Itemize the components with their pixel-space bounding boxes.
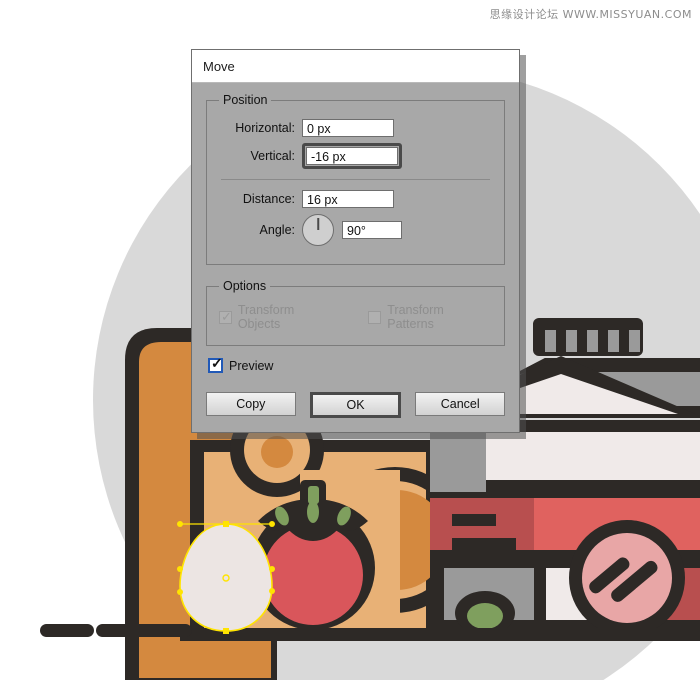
checkbox-icon <box>368 310 382 324</box>
angle-input[interactable]: 90° <box>342 221 402 239</box>
dialog-button-row: Copy OK Cancel <box>206 392 505 418</box>
options-group: Options ✓ Transform Objects Transform Pa… <box>206 279 505 346</box>
position-group: Position Horizontal: 0 px Vertical: -16 … <box>206 93 505 265</box>
transform-patterns-checkbox[interactable]: Transform Patterns <box>368 303 492 331</box>
checkbox-icon: ✓ <box>208 355 223 373</box>
vertical-input-focus-ring: -16 px <box>302 143 402 169</box>
transform-objects-checkbox[interactable]: ✓ Transform Objects <box>219 303 338 331</box>
position-group-legend: Position <box>223 93 268 107</box>
preview-checkbox[interactable]: ✓ Preview <box>208 355 274 373</box>
horizontal-label: Horizontal: <box>235 121 295 135</box>
vertical-input[interactable]: -16 px <box>306 147 398 165</box>
angle-row: Angle: 90° <box>219 214 492 246</box>
options-group-legend: Options <box>223 279 267 293</box>
tomato-leaf-mid <box>307 501 319 523</box>
vertical-row: Vertical: -16 px <box>219 143 492 169</box>
group-divider <box>221 179 490 180</box>
preview-label: Preview <box>229 358 274 373</box>
horizontal-row: Horizontal: 0 px <box>219 119 492 137</box>
dialog-title: Move <box>203 58 235 74</box>
anchor-left-2 <box>177 589 183 595</box>
copy-button[interactable]: Copy <box>206 392 296 416</box>
anchor-right <box>269 566 275 572</box>
anchor-left <box>177 566 183 572</box>
distance-row: Distance: 16 px <box>219 190 492 208</box>
anchor-bottom <box>223 628 229 634</box>
site-watermark: 思缘设计论坛 WWW.MISSYUAN.COM <box>489 8 692 21</box>
options-row: ✓ Transform Objects Transform Patterns <box>219 299 492 331</box>
checkbox-icon: ✓ <box>219 308 232 324</box>
transform-patterns-label: Transform Patterns <box>387 303 444 331</box>
distance-input[interactable]: 16 px <box>302 190 394 208</box>
horizontal-input[interactable]: 0 px <box>302 119 394 137</box>
check-icon: ✓ <box>211 355 223 371</box>
anchor-top <box>223 521 229 527</box>
handle-end-left <box>177 521 183 527</box>
dialog-titlebar: Move <box>192 50 519 83</box>
preview-row: ✓ Preview <box>208 355 505 376</box>
angle-label: Angle: <box>259 223 295 237</box>
vertical-label: Vertical: <box>250 149 295 163</box>
angle-dial-needle <box>317 218 319 230</box>
screenshot-canvas: 思缘设计论坛 WWW.MISSYUAN.COM Move Position Ho… <box>0 0 700 680</box>
ok-button[interactable]: OK <box>309 392 402 418</box>
transform-objects-label: Transform Objects <box>237 303 295 331</box>
check-icon: ✓ <box>221 308 232 324</box>
move-dialog: Move Position Horizontal: 0 px Vertical:… <box>191 49 520 433</box>
tomato-stem <box>308 486 319 504</box>
distance-label: Distance: <box>242 192 295 206</box>
anchor-right-2 <box>269 588 275 594</box>
cancel-button[interactable]: Cancel <box>415 392 505 416</box>
ground-dash-left <box>40 624 94 637</box>
handle-end-right <box>269 521 275 527</box>
angle-dial[interactable] <box>302 214 334 246</box>
